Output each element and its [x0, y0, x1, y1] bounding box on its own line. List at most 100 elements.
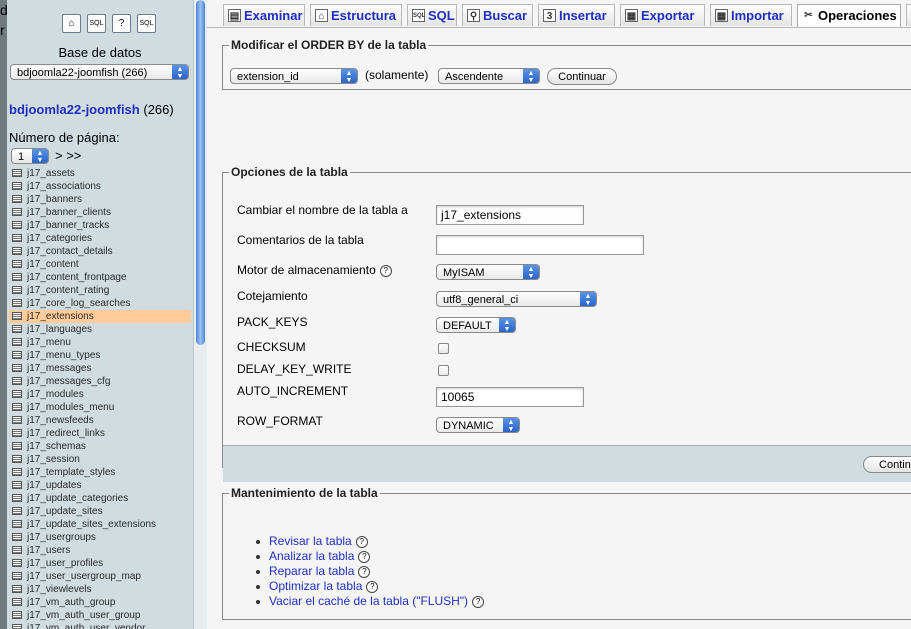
table-list-item[interactable]: j17_schemas — [9, 440, 191, 453]
table-name-link[interactable]: j17_banners — [27, 194, 82, 205]
table-icon[interactable] — [12, 481, 22, 489]
left-scrollbar[interactable] — [193, 0, 207, 629]
tab-estructura[interactable]: ⌂ Estructura — [310, 4, 402, 26]
table-list-item[interactable]: j17_update_sites — [9, 505, 191, 518]
sql-icon[interactable]: SQL — [87, 14, 106, 33]
table-name-link[interactable]: j17_updates — [27, 480, 82, 491]
table-list-item[interactable]: j17_menu — [9, 336, 191, 349]
table-icon[interactable] — [12, 585, 22, 593]
row-format-select[interactable]: DYNAMIC ▲ ▼ — [436, 417, 520, 433]
table-list-item[interactable]: j17_modules — [9, 388, 191, 401]
table-list-item[interactable]: j17_content_frontpage — [9, 271, 191, 284]
table-icon[interactable] — [12, 221, 22, 229]
table-icon[interactable] — [12, 507, 22, 515]
checksum-checkbox[interactable] — [438, 343, 449, 354]
table-list-item[interactable]: j17_languages — [9, 323, 191, 336]
tab-importar[interactable]: ▦ Importar — [710, 4, 792, 26]
query-window-icon[interactable]: SQL — [137, 14, 156, 33]
engine-select[interactable]: MyISAM ▲ ▼ — [436, 264, 540, 280]
table-list-item[interactable]: j17_core_log_searches — [9, 297, 191, 310]
tab-operaciones[interactable]: ✂ Operaciones — [797, 4, 901, 28]
table-name-link[interactable]: j17_contact_details — [27, 246, 113, 257]
table-name-link[interactable]: j17_content — [27, 259, 79, 270]
table-name-link[interactable]: j17_languages — [27, 324, 92, 335]
table-list-item[interactable]: j17_session — [9, 453, 191, 466]
table-list-item[interactable]: j17_associations — [9, 180, 191, 193]
table-name-link[interactable]: j17_newsfeeds — [27, 415, 94, 426]
table-icon[interactable] — [12, 546, 22, 554]
order-column-select[interactable]: extension_id ▲ ▼ — [230, 68, 358, 84]
table-list-item[interactable]: j17_redirect_links — [9, 427, 191, 440]
table-name-link[interactable]: j17_assets — [27, 168, 75, 179]
left-scrollbar-thumb[interactable] — [196, 0, 205, 345]
pack-keys-select[interactable]: DEFAULT ▲ ▼ — [436, 317, 516, 333]
table-icon[interactable] — [12, 247, 22, 255]
table-list-item[interactable]: j17_extensions — [9, 310, 191, 323]
tab-overflow[interactable]: ▥ — [906, 4, 911, 26]
table-name-link[interactable]: j17_menu — [27, 337, 71, 348]
table-list-item[interactable]: j17_banner_clients — [9, 206, 191, 219]
table-icon[interactable] — [12, 325, 22, 333]
auto-increment-input[interactable]: 10065 — [436, 387, 584, 407]
table-icon[interactable] — [12, 559, 22, 567]
table-icon[interactable] — [12, 572, 22, 580]
table-name-link[interactable]: j17_vm_auth_user_group — [27, 610, 140, 621]
help-icon[interactable]: ? — [358, 565, 371, 578]
table-icon[interactable] — [12, 260, 22, 268]
table-list-item[interactable]: j17_usergroups — [9, 531, 191, 544]
table-list-item[interactable]: j17_vm_auth_user_vendor — [9, 622, 191, 629]
tab-exportar[interactable]: ▦ Exportar — [620, 4, 705, 26]
table-list-item[interactable]: j17_update_sites_extensions — [9, 518, 191, 531]
table-list-item[interactable]: j17_banner_tracks — [9, 219, 191, 232]
table-name-link[interactable]: j17_users — [27, 545, 70, 556]
table-name-link[interactable]: j17_modules — [27, 389, 84, 400]
maintenance-link[interactable]: Optimizar la tabla — [269, 579, 362, 593]
table-icon[interactable] — [12, 390, 22, 398]
table-list-item[interactable]: j17_template_styles — [9, 466, 191, 479]
order-continue-button[interactable]: Continuar — [547, 68, 617, 85]
table-name-link[interactable]: j17_categories — [27, 233, 92, 244]
table-list-item[interactable]: j17_menu_types — [9, 349, 191, 362]
table-name-link[interactable]: j17_vm_auth_user_vendor — [27, 623, 145, 629]
table-icon[interactable] — [12, 611, 22, 619]
table-icon[interactable] — [12, 169, 22, 177]
table-icon[interactable] — [12, 520, 22, 528]
table-list-item[interactable]: j17_newsfeeds — [9, 414, 191, 427]
table-name-link[interactable]: j17_banner_tracks — [27, 220, 109, 231]
options-continue-button[interactable]: Continu — [863, 456, 911, 473]
table-icon[interactable] — [12, 416, 22, 424]
table-name-link[interactable]: j17_viewlevels — [27, 584, 91, 595]
table-icon[interactable] — [12, 494, 22, 502]
comments-input[interactable] — [436, 235, 644, 255]
table-name-link[interactable]: j17_menu_types — [27, 350, 100, 361]
table-icon[interactable] — [12, 377, 22, 385]
table-list-item[interactable]: j17_user_profiles — [9, 557, 191, 570]
table-icon[interactable] — [12, 286, 22, 294]
table-list-item[interactable]: j17_updates — [9, 479, 191, 492]
table-name-link[interactable]: j17_schemas — [27, 441, 86, 452]
table-name-link[interactable]: j17_update_sites_extensions — [27, 519, 156, 530]
table-icon[interactable] — [12, 182, 22, 190]
table-name-link[interactable]: j17_template_styles — [27, 467, 115, 478]
help-icon[interactable]: ? — [358, 550, 371, 563]
table-list-item[interactable]: j17_vm_auth_user_group — [9, 609, 191, 622]
database-select[interactable]: bdjoomla22-joomfish (266) ▲ ▼ — [10, 64, 189, 80]
table-name-link[interactable]: j17_session — [27, 454, 80, 465]
rename-input[interactable]: j17_extensions — [436, 205, 584, 225]
help-icon[interactable]: ? — [472, 595, 485, 608]
table-icon[interactable] — [12, 234, 22, 242]
table-name-link[interactable]: j17_redirect_links — [27, 428, 105, 439]
table-name-link[interactable]: j17_extensions — [27, 311, 94, 322]
table-list-item[interactable]: j17_messages_cfg — [9, 375, 191, 388]
tab-buscar[interactable]: ⚲ Buscar — [462, 4, 533, 26]
docs-icon[interactable]: ? — [112, 14, 131, 33]
table-icon[interactable] — [12, 312, 22, 320]
table-name-link[interactable]: j17_content_rating — [27, 285, 109, 296]
table-icon[interactable] — [12, 299, 22, 307]
table-list-item[interactable]: j17_messages — [9, 362, 191, 375]
table-icon[interactable] — [12, 442, 22, 450]
tab-examinar[interactable]: ▤ Examinar — [223, 4, 305, 26]
table-name-link[interactable]: j17_update_categories — [27, 493, 128, 504]
tab-insertar[interactable]: 3 Insertar — [538, 4, 615, 26]
table-icon[interactable] — [12, 455, 22, 463]
